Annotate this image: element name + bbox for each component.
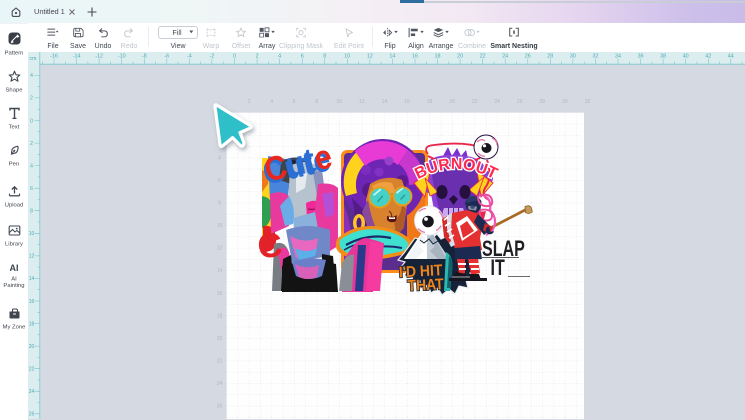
svg-text:20: 20 — [457, 54, 463, 60]
svg-text:-2: -2 — [210, 54, 215, 60]
svg-text:24: 24 — [29, 389, 35, 395]
svg-text:42: 42 — [705, 54, 711, 60]
svg-text:6: 6 — [218, 178, 221, 184]
svg-text:0: 0 — [233, 54, 236, 60]
svg-text:IT: IT — [491, 257, 505, 281]
svg-text:-4: -4 — [187, 54, 192, 60]
svg-text:44: 44 — [728, 54, 734, 60]
svg-text:4: 4 — [30, 73, 33, 79]
svg-text:-6: -6 — [164, 54, 169, 60]
svg-text:4: 4 — [30, 163, 33, 169]
svg-text:22: 22 — [480, 54, 486, 60]
svg-text:8: 8 — [30, 209, 33, 215]
svg-text:0: 0 — [30, 118, 33, 124]
svg-text:-14: -14 — [73, 54, 81, 60]
svg-text:8: 8 — [315, 99, 318, 105]
svg-text:28: 28 — [547, 54, 553, 60]
svg-text:32: 32 — [593, 54, 599, 60]
svg-text:-16: -16 — [50, 54, 58, 60]
svg-text:12: 12 — [367, 54, 373, 60]
svg-text:18: 18 — [29, 321, 35, 327]
svg-text:4: 4 — [278, 54, 281, 60]
svg-text:16: 16 — [412, 54, 418, 60]
svg-text:-8: -8 — [142, 54, 147, 60]
svg-text:14: 14 — [217, 268, 223, 274]
svg-text:12: 12 — [217, 246, 223, 252]
svg-text:22: 22 — [472, 99, 478, 105]
svg-text:22: 22 — [29, 367, 35, 373]
svg-text:38: 38 — [660, 54, 666, 60]
svg-text:26: 26 — [29, 412, 35, 418]
svg-text:2: 2 — [248, 99, 251, 105]
svg-text:cm: cm — [30, 56, 37, 62]
svg-text:40: 40 — [683, 54, 689, 60]
svg-text:14: 14 — [29, 276, 35, 282]
svg-text:6: 6 — [30, 186, 33, 192]
svg-text:36: 36 — [638, 54, 644, 60]
svg-text:32: 32 — [585, 99, 591, 105]
svg-text:C: C — [256, 226, 284, 266]
svg-text:20: 20 — [29, 344, 35, 350]
svg-text:THAT: THAT — [407, 276, 444, 295]
svg-text:24: 24 — [494, 99, 500, 105]
svg-text:6: 6 — [301, 54, 304, 60]
svg-text:10: 10 — [29, 231, 35, 237]
svg-text:26: 26 — [217, 404, 223, 410]
svg-text:10: 10 — [337, 99, 343, 105]
svg-text:26: 26 — [517, 99, 523, 105]
svg-text:10: 10 — [217, 223, 223, 229]
svg-text:18: 18 — [427, 99, 433, 105]
svg-text:12: 12 — [359, 99, 365, 105]
svg-text:20: 20 — [217, 336, 223, 342]
svg-text:6: 6 — [293, 99, 296, 105]
svg-text:16: 16 — [29, 299, 35, 305]
svg-text:16: 16 — [404, 99, 410, 105]
svg-text:30: 30 — [562, 99, 568, 105]
svg-text:2: 2 — [30, 141, 33, 147]
svg-text:2: 2 — [256, 54, 259, 60]
svg-text:-10: -10 — [118, 54, 126, 60]
svg-text:24: 24 — [217, 381, 223, 387]
svg-text:30: 30 — [570, 54, 576, 60]
svg-text:10: 10 — [344, 54, 350, 60]
svg-text:24: 24 — [502, 54, 508, 60]
svg-text:18: 18 — [217, 313, 223, 319]
svg-text:18: 18 — [435, 54, 441, 60]
svg-text:8: 8 — [323, 54, 326, 60]
svg-text:8: 8 — [218, 201, 221, 207]
svg-text:2: 2 — [30, 96, 33, 102]
svg-text:16: 16 — [217, 291, 223, 297]
svg-text:14: 14 — [382, 99, 388, 105]
svg-text:20: 20 — [449, 99, 455, 105]
svg-text:14: 14 — [389, 54, 395, 60]
svg-text:26: 26 — [525, 54, 531, 60]
svg-text:34: 34 — [615, 54, 621, 60]
svg-text:28: 28 — [540, 99, 546, 105]
svg-text:-12: -12 — [95, 54, 103, 60]
svg-text:22: 22 — [217, 359, 223, 365]
svg-text:4: 4 — [270, 99, 273, 105]
svg-text:4: 4 — [218, 155, 221, 161]
svg-text:12: 12 — [29, 254, 35, 260]
